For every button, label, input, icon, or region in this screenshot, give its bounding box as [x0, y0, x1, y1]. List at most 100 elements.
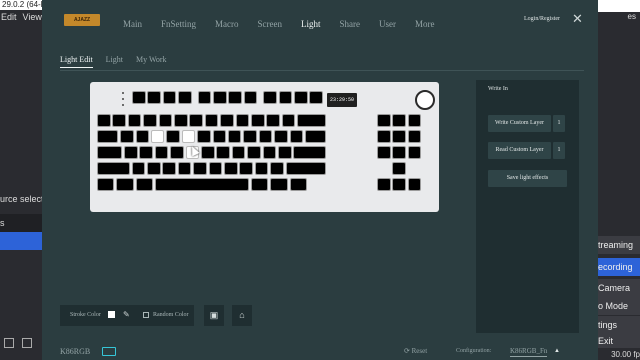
- nav-screen[interactable]: Screen: [258, 19, 283, 29]
- keyboard-key[interactable]: [377, 130, 391, 143]
- keyboard-key[interactable]: [197, 91, 212, 104]
- keyboard-key[interactable]: [266, 114, 280, 127]
- keyboard-key[interactable]: [150, 130, 165, 143]
- keyboard-icon[interactable]: [102, 347, 116, 356]
- keyboard-key[interactable]: [289, 178, 307, 191]
- keyboard-key[interactable]: [407, 178, 422, 191]
- tab-light-edit[interactable]: Light Edit: [60, 55, 93, 68]
- keyboard-key[interactable]: [162, 91, 177, 104]
- keyboard-key[interactable]: [258, 130, 273, 143]
- random-color-checkbox[interactable]: [143, 312, 149, 318]
- keyboard-key[interactable]: [123, 146, 138, 159]
- keyboard-key[interactable]: [189, 114, 203, 127]
- keyboard-key[interactable]: [200, 146, 215, 159]
- keyboard-key[interactable]: [377, 146, 391, 159]
- keyboard-key[interactable]: [304, 130, 327, 143]
- keyboard-key[interactable]: [112, 114, 126, 127]
- keyboard-key[interactable]: [116, 178, 134, 191]
- keyboard-key[interactable]: [174, 114, 188, 127]
- keyboard-key[interactable]: [162, 162, 177, 175]
- obs-scene-selected[interactable]: [0, 232, 42, 250]
- keyboard-key[interactable]: [212, 130, 227, 143]
- keyboard-key[interactable]: [235, 114, 250, 127]
- obs-menu-edit[interactable]: Edit: [1, 12, 17, 22]
- keyboard-key[interactable]: [407, 114, 422, 127]
- keyboard-key[interactable]: [166, 130, 180, 143]
- keyboard-key[interactable]: [120, 130, 134, 143]
- keyboard-key[interactable]: [143, 114, 157, 127]
- keyboard-key[interactable]: [392, 114, 406, 127]
- keyboard-key[interactable]: [309, 91, 323, 104]
- nav-user[interactable]: User: [379, 19, 396, 29]
- keyboard-key[interactable]: [285, 162, 327, 175]
- keyboard-key[interactable]: [97, 162, 130, 175]
- keyboard-key[interactable]: [228, 91, 242, 104]
- keyboard-key[interactable]: [251, 114, 265, 127]
- image-icon[interactable]: ▣: [204, 305, 224, 326]
- nav-macro[interactable]: Macro: [215, 19, 239, 29]
- read-custom-layer-button[interactable]: Read Custom Layer: [488, 142, 551, 159]
- obs-start-streaming-button[interactable]: treaming: [598, 236, 640, 254]
- keyboard-key[interactable]: [407, 130, 422, 143]
- chevron-up-icon[interactable]: ▲: [554, 348, 560, 354]
- stroke-color-swatch[interactable]: [108, 311, 115, 318]
- keyboard-key[interactable]: [247, 146, 261, 159]
- keyboard-key[interactable]: [132, 91, 146, 104]
- keyboard-key[interactable]: [135, 178, 153, 191]
- keyboard-key[interactable]: [377, 114, 391, 127]
- tab-my-work[interactable]: My Work: [136, 55, 167, 68]
- keyboard-key[interactable]: [274, 130, 288, 143]
- obs-virtual-camera-button[interactable]: Camera: [598, 279, 640, 297]
- keyboard-key[interactable]: [208, 162, 223, 175]
- keyboard-key[interactable]: [158, 114, 173, 127]
- keyboard-key[interactable]: [97, 146, 123, 159]
- keyboard-key[interactable]: [97, 114, 111, 127]
- configuration-select[interactable]: K86RGB_Fn: [510, 347, 548, 357]
- keyboard-key[interactable]: [239, 162, 254, 175]
- keyboard-key[interactable]: [227, 130, 242, 143]
- reset-button[interactable]: ⟳ Reset: [404, 347, 427, 355]
- keyboard-key[interactable]: [251, 178, 269, 191]
- keyboard-key[interactable]: [154, 178, 250, 191]
- keyboard-key[interactable]: [294, 91, 308, 104]
- close-icon[interactable]: ✕: [572, 12, 583, 25]
- keyboard-key[interactable]: [392, 178, 406, 191]
- keyboard-key[interactable]: [243, 130, 257, 143]
- keyboard-key[interactable]: [220, 114, 234, 127]
- keyboard-key[interactable]: [213, 91, 227, 104]
- read-layer-count[interactable]: 1: [553, 142, 565, 159]
- keyboard-key[interactable]: [177, 162, 192, 175]
- keyboard-key[interactable]: [181, 130, 196, 143]
- keyboard-key[interactable]: [243, 91, 258, 104]
- square-icon[interactable]: [22, 338, 32, 348]
- keyboard-key[interactable]: [231, 146, 246, 159]
- keyboard-key[interactable]: [262, 146, 277, 159]
- keyboard-key[interactable]: [197, 130, 211, 143]
- write-layer-count[interactable]: 1: [553, 115, 565, 132]
- obs-studio-mode-button[interactable]: o Mode: [598, 297, 640, 315]
- fill-bucket-icon[interactable]: ⌂: [232, 305, 252, 326]
- keyboard-key[interactable]: [277, 146, 292, 159]
- keyboard-key[interactable]: [270, 162, 284, 175]
- nav-main[interactable]: Main: [123, 19, 142, 29]
- keyboard-knob[interactable]: [415, 90, 435, 110]
- keyboard-key[interactable]: [377, 178, 391, 191]
- keyboard-key[interactable]: [131, 162, 146, 175]
- nav-more[interactable]: More: [415, 19, 435, 29]
- obs-settings-button[interactable]: tings: [598, 316, 640, 334]
- obs-exit-button[interactable]: Exit: [598, 334, 640, 348]
- keyboard-key[interactable]: [278, 91, 293, 104]
- keyboard-key[interactable]: [392, 146, 406, 159]
- keyboard-key[interactable]: [147, 91, 161, 104]
- keyboard-key[interactable]: [407, 146, 422, 159]
- obs-recording-button[interactable]: ecording: [598, 258, 640, 276]
- keyboard-key[interactable]: [224, 162, 238, 175]
- write-custom-layer-button[interactable]: Write Custom Layer: [488, 115, 551, 132]
- keyboard-key[interactable]: [97, 178, 115, 191]
- keyboard-key[interactable]: [281, 114, 296, 127]
- keyboard-key[interactable]: [263, 91, 277, 104]
- square-icon[interactable]: [4, 338, 14, 348]
- keyboard-key[interactable]: [392, 162, 406, 175]
- nav-share[interactable]: Share: [340, 19, 361, 29]
- nav-fnsetting[interactable]: FnSetting: [161, 19, 196, 29]
